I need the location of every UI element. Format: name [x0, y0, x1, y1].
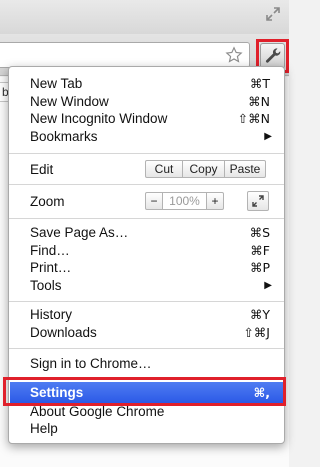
menu-separator: [9, 184, 284, 185]
menu-separator: [9, 218, 284, 219]
menu-item-save-page-as[interactable]: Save Page As… ⌘S: [9, 224, 284, 242]
omnibox[interactable]: [0, 42, 250, 68]
menu-separator: [9, 377, 284, 378]
window-titlebar: [0, 0, 289, 34]
copy-button[interactable]: Copy: [182, 160, 225, 178]
chrome-menu: New Tab ⌘T New Window ⌘N New Incognito W…: [8, 66, 285, 444]
cut-button[interactable]: Cut: [145, 160, 183, 178]
submenu-arrow-icon: ▶: [264, 131, 272, 142]
menu-separator: [9, 348, 284, 349]
menu-item-print[interactable]: Print… ⌘P: [9, 259, 284, 277]
menu-item-bookmarks[interactable]: Bookmarks ▶: [9, 128, 284, 146]
zoom-in-button[interactable]: +: [206, 192, 224, 210]
fullscreen-toggle-icon: [252, 195, 264, 207]
fullscreen-button[interactable]: [247, 191, 269, 211]
menu-item-help[interactable]: Help: [9, 420, 284, 438]
menu-item-find[interactable]: Find… ⌘F: [9, 242, 284, 260]
menu-item-new-window[interactable]: New Window ⌘N: [9, 93, 284, 111]
menu-item-new-incognito-window[interactable]: New Incognito Window ⇧⌘N: [9, 110, 284, 128]
menu-item-about-google-chrome[interactable]: About Google Chrome: [9, 403, 284, 421]
menu-item-sign-in[interactable]: Sign in to Chrome…: [9, 355, 284, 373]
star-icon[interactable]: [225, 46, 243, 64]
fullscreen-icon[interactable]: [265, 6, 281, 22]
submenu-arrow-icon: ▶: [264, 280, 272, 291]
zoom-out-button[interactable]: −: [145, 192, 163, 210]
menu-item-settings[interactable]: Settings ⌘,: [10, 382, 283, 404]
paste-button[interactable]: Paste: [224, 160, 266, 178]
menu-item-downloads[interactable]: Downloads ⇧⌘J: [9, 324, 284, 342]
menu-item-new-tab[interactable]: New Tab ⌘T: [9, 75, 284, 93]
menu-separator: [9, 301, 284, 302]
zoom-level: 100%: [162, 192, 207, 210]
menu-separator: [9, 153, 284, 154]
menu-item-history[interactable]: History ⌘Y: [9, 306, 284, 324]
menu-item-tools[interactable]: Tools ▶: [9, 277, 284, 295]
